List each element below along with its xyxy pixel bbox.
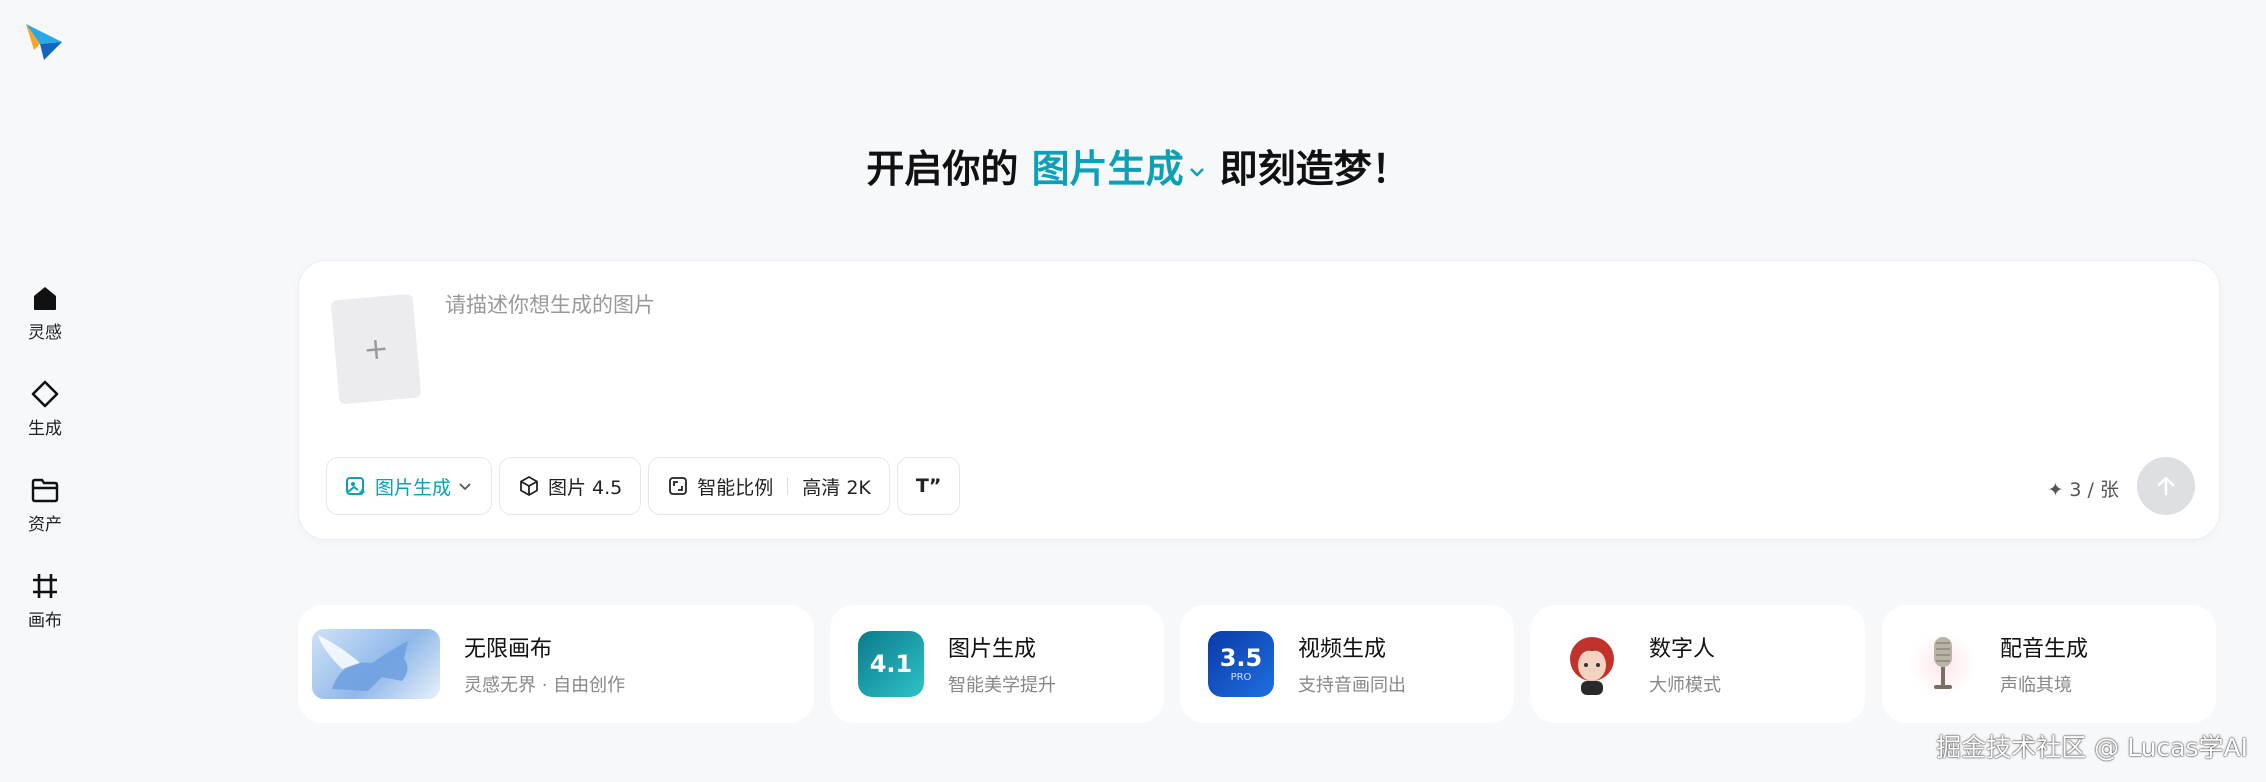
feature-text: 数字人 大师模式 — [1649, 631, 1721, 697]
video-gen-badge-icon: 3.5 PRO — [1208, 631, 1274, 697]
model-select[interactable]: 图片 4.5 — [499, 457, 642, 515]
rail-item-assets[interactable]: 资产 — [0, 468, 90, 564]
badge-version: 4.1 — [869, 650, 913, 678]
feature-title: 数字人 — [1649, 637, 1716, 662]
feature-text: 视频生成 支持音画同出 — [1298, 631, 1406, 697]
home-icon — [34, 287, 56, 310]
text-format-icon: T” — [915, 475, 942, 497]
pegasus-icon — [318, 635, 408, 691]
microphone-icon — [1934, 637, 1952, 689]
badge-version: 3.5 — [1219, 643, 1263, 672]
page-headline: 开启你的 图片生成 即刻造梦！ — [0, 138, 2266, 193]
rail-item-canvas[interactable]: 画布 — [0, 564, 90, 660]
plus-icon: + — [361, 330, 391, 368]
reference-upload-button[interactable]: + — [330, 293, 422, 405]
prompt-input[interactable] — [445, 289, 2145, 409]
text-tool-button[interactable]: T” — [896, 457, 961, 515]
image-sparkle-icon — [346, 477, 366, 496]
feature-subtitle: 灵感无界 · 自由创作 — [464, 675, 626, 696]
mode-select-label: 图片生成 — [375, 476, 452, 499]
rail-item-label: 灵感 — [28, 323, 62, 343]
prompt-toolbar: 图片生成 图片 4.5 智能比例 高清 2K T” — [326, 457, 961, 515]
send-button[interactable] — [2137, 457, 2195, 515]
chip-divider — [787, 477, 789, 495]
headline-mode-switch[interactable]: 图片生成 — [1032, 147, 1220, 191]
feature-title: 图片生成 — [948, 637, 1037, 662]
badge-pro: PRO — [1230, 671, 1252, 683]
quality-label: 高清 2K — [802, 476, 871, 499]
rail-item-label: 画布 — [28, 611, 62, 631]
arrow-up-icon — [2157, 476, 2175, 496]
feature-card-image-generation[interactable]: 4.1 图片生成 智能美学提升 — [830, 605, 1164, 723]
aspect-ratio-icon — [669, 477, 688, 495]
feature-text: 无限画布 灵感无界 · 自由创作 — [464, 631, 625, 697]
ratio-label: 智能比例 — [697, 476, 774, 499]
avatar-girl-image — [1559, 631, 1625, 697]
feature-card-voiceover[interactable]: 配音生成 声临其境 — [1882, 605, 2216, 723]
feature-subtitle: 支持音画同出 — [1298, 675, 1406, 696]
microphone-image — [1910, 631, 1976, 697]
cube-icon — [520, 476, 538, 496]
headline-mode-label: 图片生成 — [1031, 147, 1184, 191]
app-logo-icon[interactable] — [22, 20, 66, 64]
feature-title: 配音生成 — [2000, 637, 2089, 662]
headline-prefix: 开启你的 — [866, 147, 1019, 191]
chevron-down-icon — [1189, 167, 1204, 177]
ratio-quality-select[interactable]: 智能比例 高清 2K — [648, 457, 890, 515]
image-gen-badge-icon: 4.1 — [858, 631, 924, 697]
feature-card-infinite-canvas[interactable]: 无限画布 灵感无界 · 自由创作 — [298, 605, 814, 723]
feature-subtitle: 智能美学提升 — [948, 675, 1056, 696]
chevron-down-icon — [459, 483, 471, 491]
model-select-label: 图片 4.5 — [548, 476, 623, 499]
rail-item-label: 资产 — [28, 515, 62, 535]
feature-title: 无限画布 — [464, 637, 553, 662]
credit-cost: ✦ 3 / 张 — [2047, 479, 2119, 501]
feature-subtitle: 大师模式 — [1649, 675, 1721, 696]
diamond-icon — [31, 380, 59, 408]
feature-text: 配音生成 声临其境 — [2000, 631, 2088, 697]
avatar-icon — [1570, 637, 1614, 695]
feature-title: 视频生成 — [1298, 637, 1387, 662]
left-rail: 灵感 生成 资产 画布 — [0, 276, 90, 660]
feature-card-digital-human[interactable]: 数字人 大师模式 — [1531, 605, 1865, 723]
mode-select[interactable]: 图片生成 — [326, 457, 493, 515]
prompt-card: + 图片生成 图片 4.5 智能比例 高清 — [298, 260, 2220, 540]
rail-item-generate[interactable]: 生成 — [0, 372, 90, 468]
headline-suffix: 即刻造梦！ — [1219, 147, 1410, 191]
rail-item-label: 生成 — [28, 419, 62, 439]
feature-card-video-generation[interactable]: 3.5 PRO 视频生成 支持音画同出 — [1180, 605, 1514, 723]
hash-frame-icon — [33, 574, 57, 598]
feature-subtitle: 声临其境 — [2000, 675, 2072, 696]
feature-text: 图片生成 智能美学提升 — [948, 631, 1056, 697]
watermark-text: 掘金技术社区 @ Lucas学AI — [1936, 733, 2248, 762]
folder-icon — [31, 478, 59, 503]
rail-item-inspiration[interactable]: 灵感 — [0, 276, 90, 372]
pegasus-image — [312, 629, 440, 699]
